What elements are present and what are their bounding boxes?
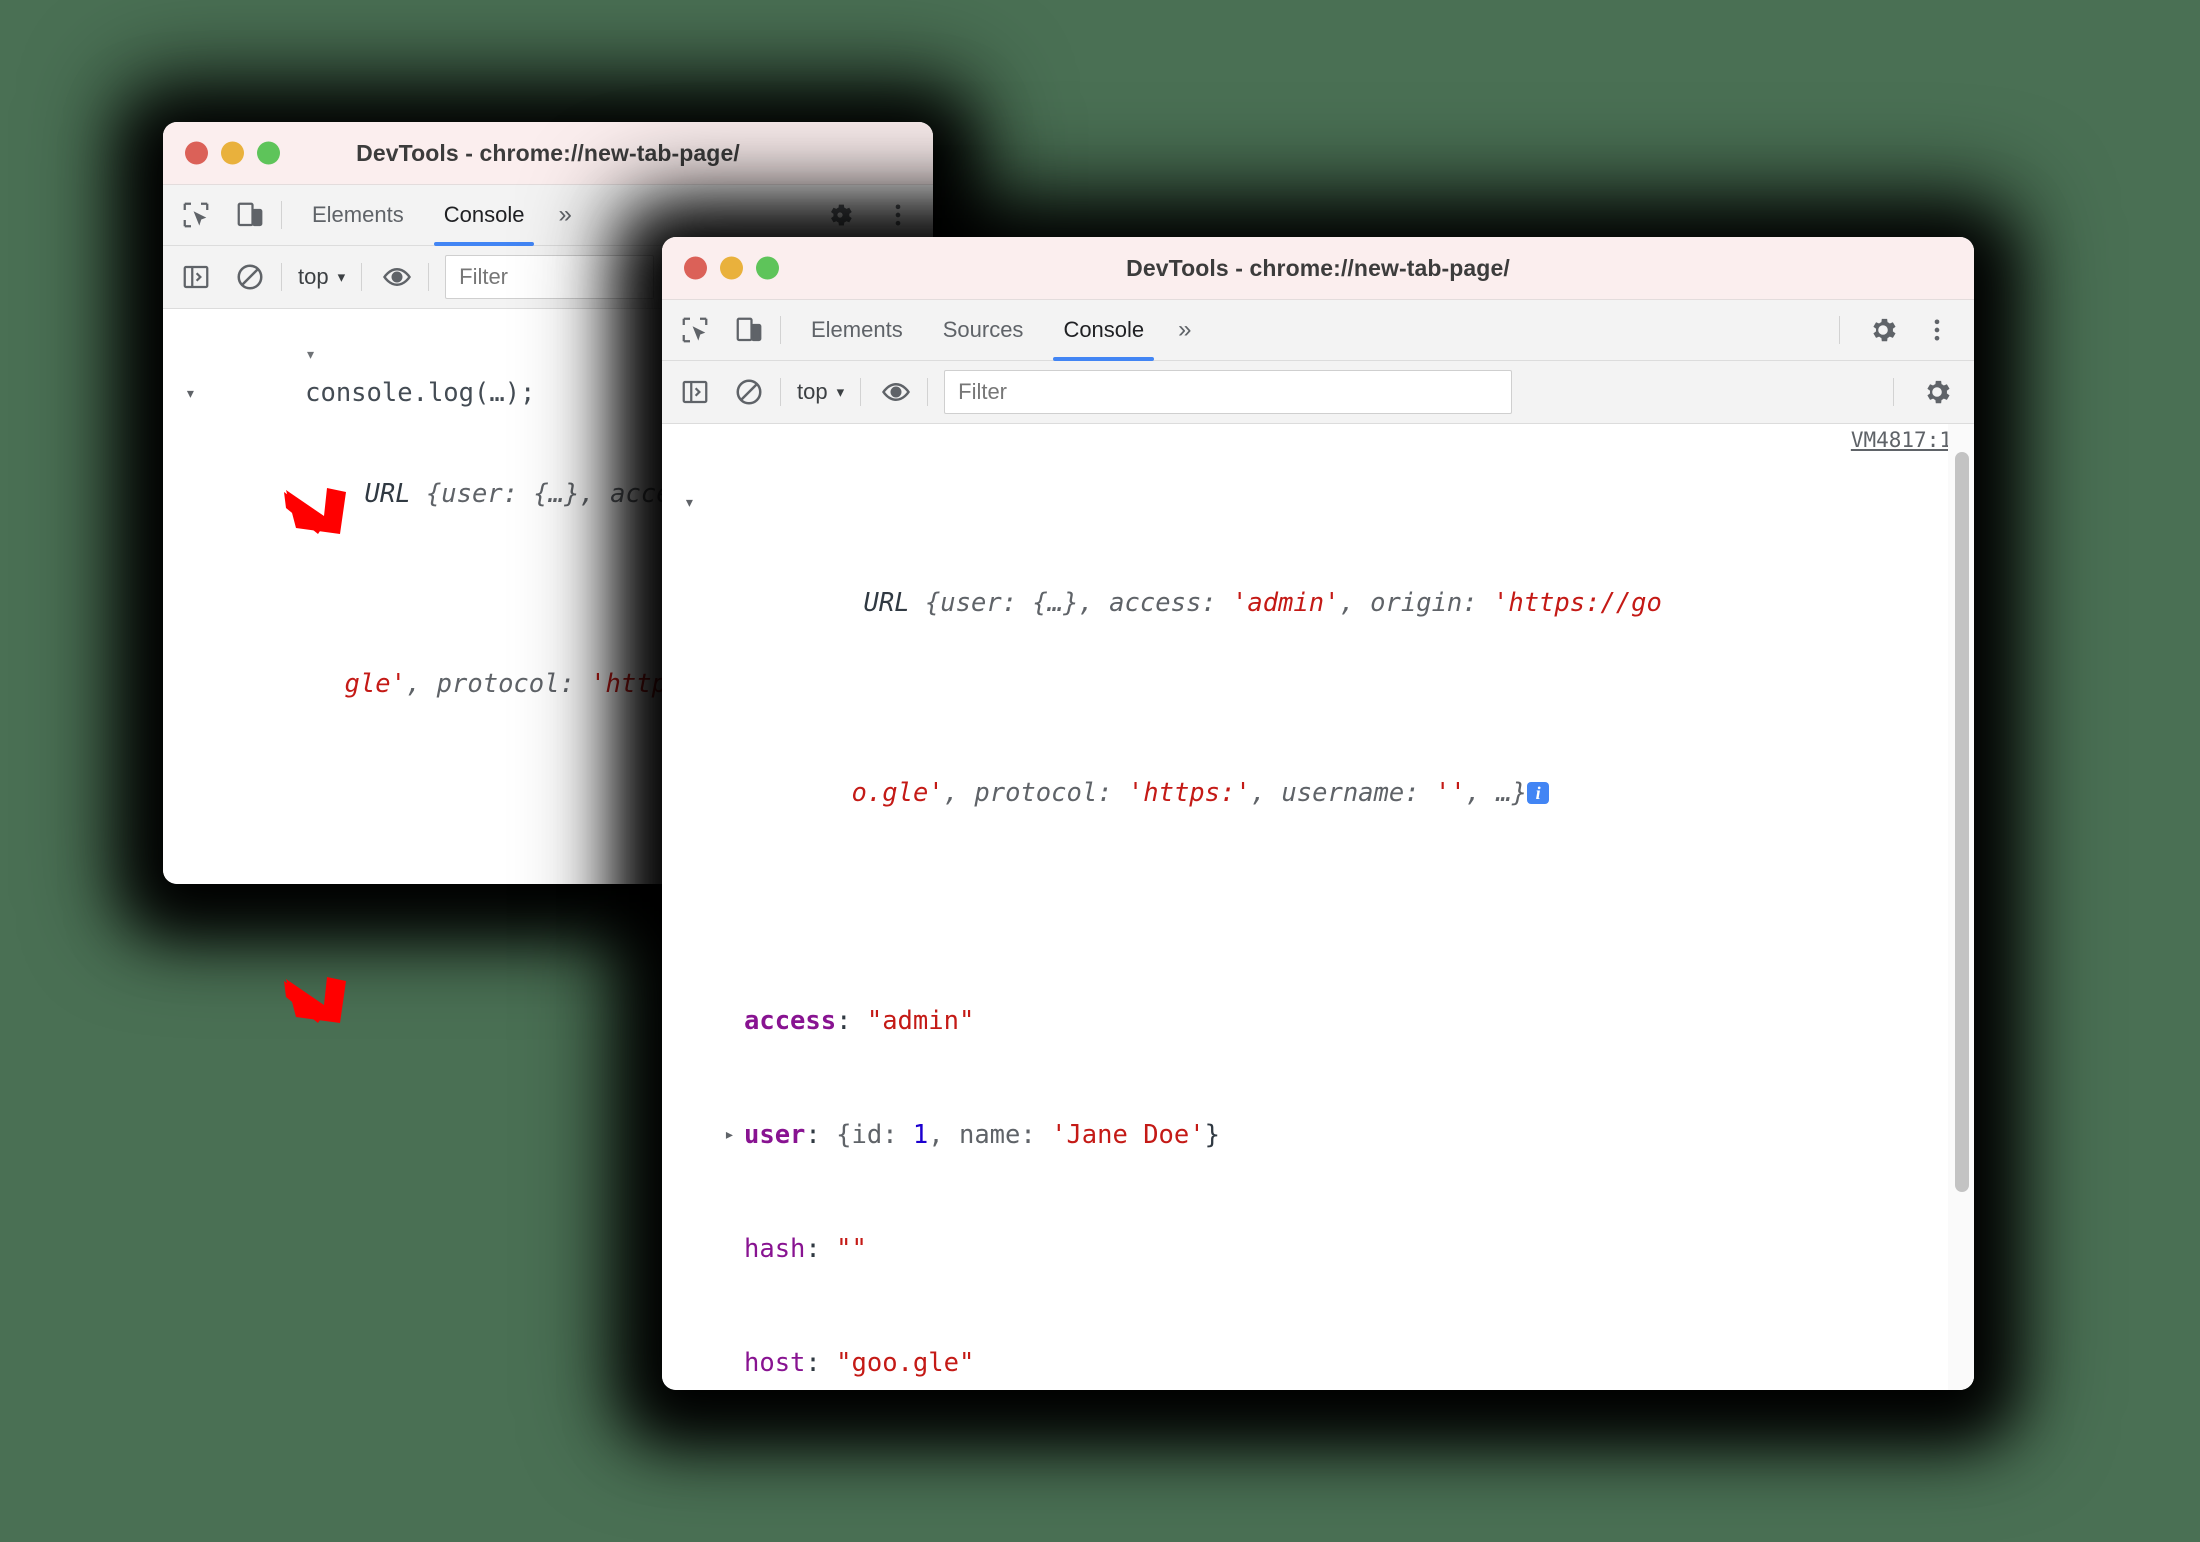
more-tabs-icon[interactable]: » (544, 185, 585, 245)
front-console-log-message: ▾ URL {user: {…}, access: 'admin', origi… (662, 424, 1974, 1390)
minimize-window-button[interactable] (221, 141, 244, 165)
property-value: "admin" (866, 1006, 975, 1036)
inspect-element-icon[interactable] (175, 194, 217, 236)
toolbar-divider-3 (428, 263, 430, 291)
header2-part-4: '' (1434, 778, 1466, 808)
header-part-3: 'https://go (1493, 588, 1662, 618)
property-hash: hash: "" (744, 1234, 867, 1264)
execution-context-label: top (797, 379, 828, 404)
gear-icon[interactable] (1862, 309, 1904, 351)
filter-placeholder: Filter (958, 379, 1008, 404)
tab-console[interactable]: Console (1043, 300, 1164, 361)
property-access: access: "admin" (744, 1006, 975, 1036)
tab-elements[interactable]: Elements (292, 185, 424, 245)
header2-part-0: o.gle' (851, 778, 944, 808)
front-log-header: URL {user: {…}, access: 'admin', origin:… (688, 470, 1974, 926)
red-pointer-arrow-user (284, 977, 346, 1023)
toolbar-divider-2 (361, 263, 363, 291)
kebab-menu-icon[interactable] (1916, 309, 1958, 351)
front-window-title: DevTools - chrome://new-tab-page/ (1126, 254, 1510, 281)
maximize-window-button[interactable] (756, 256, 779, 280)
maximize-window-button[interactable] (257, 141, 280, 165)
tab-console[interactable]: Console (424, 185, 545, 246)
front-window-traffic-lights[interactable] (684, 256, 779, 280)
more-tabs-icon[interactable]: » (1164, 300, 1205, 360)
devtools-window-after[interactable]: DevTools - chrome://new-tab-page/ Elemen… (662, 237, 1974, 1390)
user-obj-mid: , name: (928, 1120, 1052, 1150)
back-window-titlebar[interactable]: DevTools - chrome://new-tab-page/ (163, 122, 933, 185)
filter-input[interactable]: Filter (445, 255, 655, 299)
execution-context-selector[interactable]: top ▾ (791, 379, 850, 405)
tabstrip-divider (281, 201, 282, 229)
live-expression-icon[interactable] (376, 256, 418, 298)
inspect-element-icon[interactable] (674, 309, 716, 351)
header2-part-5: , …} (1465, 778, 1528, 808)
user-obj-close: } (1204, 1120, 1220, 1150)
front-log-properties: access: "admin" ▸ user: {id: 1, name: 'Ja… (688, 926, 1974, 1390)
header-part-0: {user: {…}, access: (924, 588, 1232, 618)
log-header-line-1: URL {user: {…}, access: 'admin', origin:… (710, 546, 1974, 660)
toolbar-divider-4 (1893, 378, 1894, 406)
log-constructor-name: URL (364, 479, 426, 509)
property-key: host (744, 1348, 806, 1378)
header-part-2: , origin: (1339, 588, 1493, 618)
user-obj-name: 'Jane Doe' (1051, 1120, 1205, 1150)
front-window-tabstrip[interactable]: Elements Sources Console » (662, 300, 1974, 361)
kebab-menu-icon[interactable] (877, 194, 919, 236)
toolbar-divider-1 (281, 263, 282, 291)
front-window-console-toolbar[interactable]: top ▾ Filter (662, 361, 1974, 424)
tab-elements[interactable]: Elements (791, 300, 923, 360)
device-toolbar-icon[interactable] (229, 194, 271, 236)
chevron-down-icon: ▾ (337, 269, 346, 286)
log-header-line-2: o.gle', protocol: 'https:', username: ''… (698, 736, 1974, 850)
live-expression-icon[interactable] (875, 371, 917, 413)
minimize-window-button[interactable] (720, 256, 743, 280)
header2-part-3: , username: (1250, 778, 1435, 808)
property-key: user (744, 1120, 806, 1150)
property-host: host: "goo.gle" (744, 1348, 975, 1378)
filter-placeholder: Filter (459, 264, 509, 289)
info-icon[interactable]: i (1527, 782, 1550, 804)
close-window-button[interactable] (185, 141, 208, 165)
user-obj-id: 1 (912, 1120, 929, 1150)
log-constructor-name: URL (863, 588, 925, 618)
toolbar-divider-2 (860, 378, 862, 406)
expand-triangle-icon[interactable]: ▾ (684, 492, 695, 513)
property-user: ▸ user: {id: 1, name: 'Jane Doe'} (724, 1116, 1974, 1154)
property-value: "" (836, 1234, 867, 1264)
front-console-scrollbar-thumb[interactable] (1955, 452, 1969, 1192)
toolbar-divider-3 (927, 378, 929, 406)
console-settings-icon[interactable] (1916, 371, 1958, 413)
front-window-console-output[interactable]: VM4817:1 ▾ URL {user: {…}, access: 'admi… (662, 424, 1974, 1390)
header2-part-1: , protocol: (943, 778, 1128, 808)
console-sidebar-icon[interactable] (175, 256, 217, 298)
execution-context-label: top (298, 264, 329, 289)
header2-part-0: gle' (344, 669, 406, 699)
tab-sources[interactable]: Sources (923, 300, 1044, 360)
close-window-button[interactable] (684, 256, 707, 280)
tabstrip-divider (780, 316, 781, 344)
property-value: "goo.gle" (836, 1348, 975, 1378)
console-sidebar-icon[interactable] (674, 371, 716, 413)
front-window-titlebar[interactable]: DevTools - chrome://new-tab-page/ (662, 237, 1974, 300)
execution-context-selector[interactable]: top ▾ (292, 264, 351, 290)
red-pointer-arrow-access (284, 488, 346, 534)
header-part-1: 'admin' (1232, 588, 1340, 618)
back-window-traffic-lights[interactable] (185, 141, 280, 165)
tabstrip-divider-right (1839, 316, 1840, 344)
toolbar-divider-1 (780, 378, 781, 406)
header2-part-1: , protocol: (405, 669, 591, 699)
header2-part-2: 'https:' (1127, 778, 1251, 808)
gear-icon[interactable] (819, 194, 861, 236)
user-obj-open: {id: (836, 1120, 913, 1150)
expand-triangle-icon[interactable]: ▾ (185, 383, 196, 404)
chevron-down-icon: ▾ (836, 384, 845, 401)
clear-console-icon[interactable] (229, 256, 271, 298)
clear-console-icon[interactable] (728, 371, 770, 413)
expand-triangle-icon[interactable]: ▸ (724, 1116, 735, 1154)
property-key: access (744, 1006, 837, 1036)
device-toolbar-icon[interactable] (728, 309, 770, 351)
property-key: hash (744, 1234, 806, 1264)
filter-input[interactable]: Filter (944, 370, 1513, 414)
